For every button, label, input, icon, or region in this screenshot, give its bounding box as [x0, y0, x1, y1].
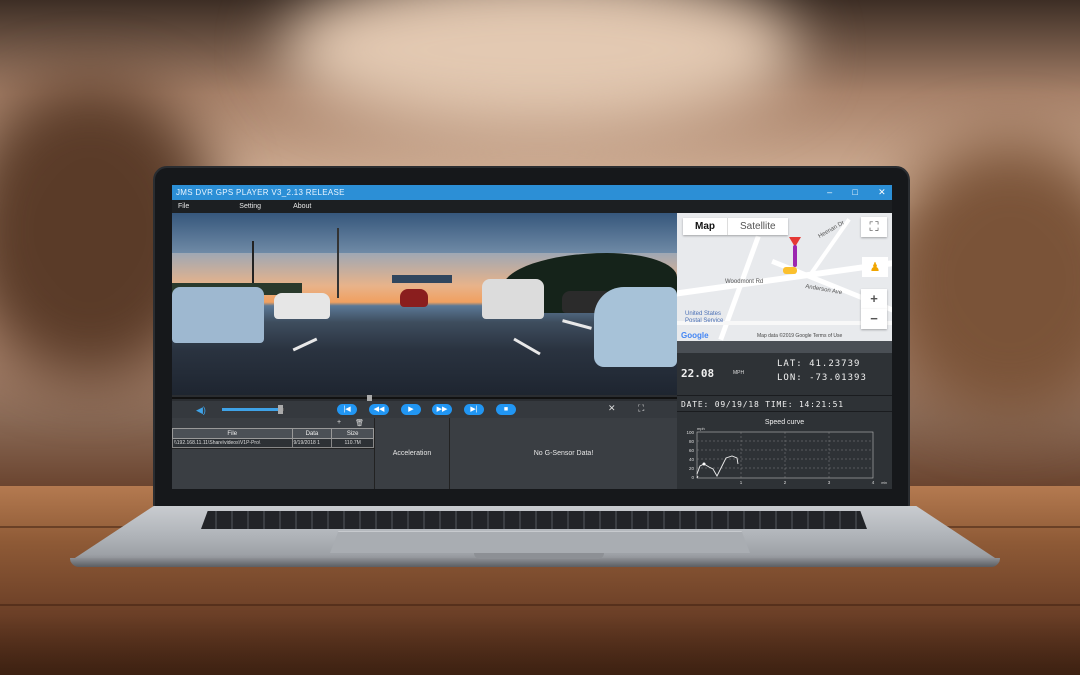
- close-button[interactable]: ✕: [878, 185, 886, 200]
- speed-marker: [702, 462, 706, 466]
- x-tick: 1: [740, 480, 743, 485]
- map-label-postal-2: Postal Service: [685, 318, 724, 324]
- play-icon: ▶: [408, 406, 414, 413]
- fast-forward-button[interactable]: ▶▶: [432, 404, 452, 415]
- close-video-icon[interactable]: ✕: [608, 403, 616, 414]
- file-size: 110.7M: [331, 438, 374, 448]
- map-tab[interactable]: Map: [683, 218, 727, 235]
- acceleration-panel: Acceleration: [374, 418, 450, 489]
- speed-unit: MPH: [733, 370, 745, 376]
- x-unit-label: min: [881, 481, 887, 485]
- x-tick: 4: [872, 480, 875, 485]
- map-fullscreen-button[interactable]: ⛶: [861, 217, 887, 237]
- file-path: \\192.168.11.11\Share\videos\V1P-Pro\: [172, 438, 293, 448]
- speed-line: [696, 455, 739, 479]
- map-label-woodmont: Woodmont Rd: [725, 279, 764, 285]
- y-tick: 20: [689, 466, 695, 471]
- map-attribution: Map data ©2019 Google Terms of Use: [757, 333, 843, 339]
- route-line: [793, 245, 797, 267]
- previous-button[interactable]: |◀: [337, 404, 357, 415]
- skip-back-icon: |◀: [343, 406, 351, 413]
- menu-bar: File Setting About: [172, 200, 892, 213]
- car-marker-icon: [783, 267, 797, 274]
- title-bar: JMS DVR GPS PLAYER V3_2.13 RELEASE – □ ✕: [172, 185, 892, 200]
- playback-controls: ◀) |◀ ◀◀ ▶ ▶▶ ▶| ■ ✕ ⛶: [172, 401, 677, 418]
- minimize-button[interactable]: –: [827, 185, 832, 200]
- y-tick: 100: [686, 430, 694, 435]
- speed-curve-chart: mph 100 80 60 40 20 0 1 2 3 4 min: [686, 426, 887, 485]
- pegman-icon: ♟: [869, 260, 881, 274]
- y-tick: 40: [689, 457, 695, 462]
- map-panel[interactable]: Map Satellite ⛶ ♟ + − Woodmont Rd Anders…: [677, 213, 892, 341]
- rewind-button[interactable]: ◀◀: [369, 404, 389, 415]
- menu-about[interactable]: About: [293, 200, 311, 213]
- menu-setting[interactable]: Setting: [239, 200, 261, 213]
- y-unit-label: mph: [697, 426, 705, 431]
- y-tick: 80: [689, 439, 695, 444]
- map-label-postal-1: United States: [685, 311, 722, 317]
- file-list: File Data Size \\192.168.11.11\Share\vid…: [172, 428, 374, 448]
- menu-file[interactable]: File: [178, 200, 189, 213]
- latitude: LAT: 41.23739: [777, 359, 861, 369]
- fast-forward-icon: ▶▶: [436, 406, 448, 413]
- maximize-button[interactable]: □: [852, 185, 858, 200]
- file-toolbar: + 🗑: [337, 419, 364, 427]
- rewind-icon: ◀◀: [373, 406, 385, 413]
- y-tick: 0: [691, 475, 694, 480]
- next-button[interactable]: ▶|: [464, 404, 484, 415]
- video-frame[interactable]: [172, 213, 677, 395]
- expand-icon: ⛶: [869, 219, 879, 234]
- google-logo: Google: [681, 331, 709, 340]
- fullscreen-icon[interactable]: ⛶: [638, 403, 644, 414]
- stop-icon: ■: [503, 406, 509, 413]
- skip-forward-icon: ▶|: [470, 406, 478, 413]
- volume-handle[interactable]: [278, 405, 283, 414]
- column-data[interactable]: Data: [291, 428, 333, 439]
- laptop-keyboard: [201, 511, 867, 529]
- y-tick: 60: [689, 448, 695, 453]
- laptop-trackpad: [330, 531, 750, 553]
- x-tick: 2: [784, 480, 787, 485]
- zoom-in-button[interactable]: +: [861, 289, 887, 309]
- table-row[interactable]: \\192.168.11.11\Share\videos\V1P-Pro\ 9/…: [172, 438, 374, 448]
- app-window: JMS DVR GPS PLAYER V3_2.13 RELEASE – □ ✕…: [172, 185, 892, 489]
- column-size[interactable]: Size: [331, 428, 374, 439]
- play-button[interactable]: ▶: [401, 404, 421, 415]
- zoom-out-button[interactable]: −: [861, 309, 887, 329]
- speed-curve-title: Speed curve: [764, 419, 805, 426]
- volume-icon[interactable]: ◀): [196, 405, 206, 416]
- satellite-tab[interactable]: Satellite: [727, 218, 788, 235]
- gps-readout: 22.08 MPH LAT: 41.23739 LON: -73.01393: [677, 341, 892, 395]
- gsensor-status: No G-Sensor Data!: [533, 450, 594, 457]
- speed-value: 22.08: [681, 367, 715, 380]
- stop-button[interactable]: ■: [496, 404, 516, 415]
- window-title: JMS DVR GPS PLAYER V3_2.13 RELEASE: [176, 188, 345, 197]
- date-time: DATE: 09/19/18 TIME: 14:21:51: [677, 395, 892, 412]
- gsensor-panel: No G-Sensor Data!: [450, 418, 677, 489]
- x-tick: 3: [828, 480, 831, 485]
- lower-panel: + 🗑 File Data Size \\192.168.11.11\Share…: [172, 418, 677, 489]
- acceleration-label: Acceleration: [392, 450, 432, 457]
- longitude: LON: -73.01393: [777, 373, 867, 383]
- street-view-button[interactable]: ♟: [862, 257, 888, 277]
- column-file[interactable]: File: [172, 428, 293, 439]
- delete-file-icon[interactable]: 🗑: [355, 419, 364, 427]
- speed-curve-panel: Speed curve mph 100 80 60 40 20 0 1 2 3 …: [677, 412, 892, 489]
- file-date: 9/19/2018 1: [291, 438, 333, 448]
- add-file-icon[interactable]: +: [337, 419, 341, 427]
